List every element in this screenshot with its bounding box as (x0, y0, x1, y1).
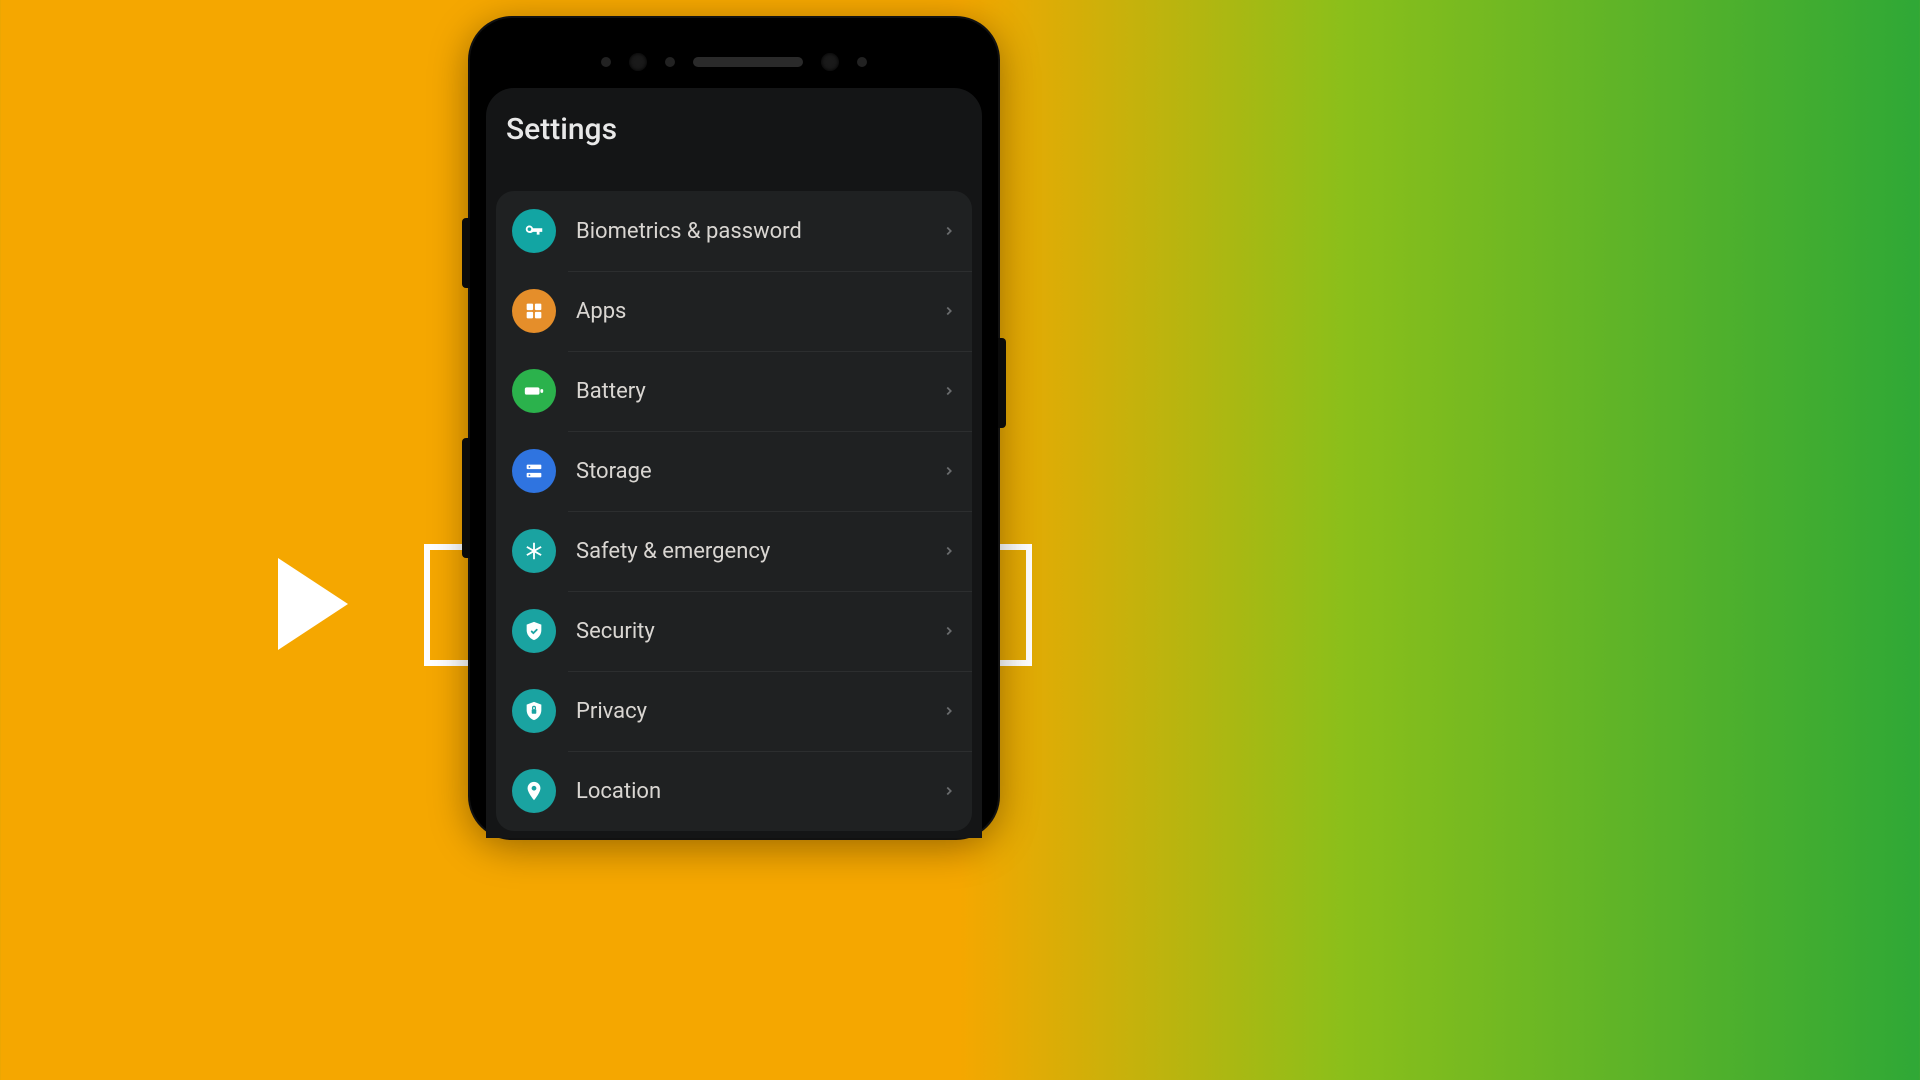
chevron-right-icon (942, 464, 956, 478)
item-label: Security (576, 619, 942, 644)
phone-frame: Settings Biometrics & password Apps (470, 18, 998, 838)
pointer-play-icon (278, 558, 348, 650)
settings-item-privacy[interactable]: Privacy (496, 671, 972, 751)
chevron-right-icon (942, 784, 956, 798)
phone-screen: Settings Biometrics & password Apps (486, 88, 982, 838)
chevron-right-icon (942, 384, 956, 398)
settings-item-biometrics[interactable]: Biometrics & password (496, 191, 972, 271)
phone-sensors (470, 42, 998, 82)
apps-grid-icon (512, 289, 556, 333)
chevron-right-icon (942, 304, 956, 318)
settings-item-battery[interactable]: Battery (496, 351, 972, 431)
chevron-right-icon (942, 704, 956, 718)
page-title: Settings (506, 112, 962, 147)
chevron-right-icon (942, 624, 956, 638)
settings-item-security[interactable]: Security (496, 591, 972, 671)
battery-icon (512, 369, 556, 413)
key-icon (512, 209, 556, 253)
chevron-right-icon (942, 224, 956, 238)
item-label: Battery (576, 379, 942, 404)
item-label: Storage (576, 459, 942, 484)
chevron-right-icon (942, 544, 956, 558)
settings-list: Biometrics & password Apps (496, 191, 972, 831)
settings-item-apps[interactable]: Apps (496, 271, 972, 351)
item-label: Privacy (576, 699, 942, 724)
location-pin-icon (512, 769, 556, 813)
shield-check-icon (512, 609, 556, 653)
item-label: Apps (576, 299, 942, 324)
item-label: Location (576, 779, 942, 804)
item-label: Biometrics & password (576, 219, 942, 244)
storage-icon (512, 449, 556, 493)
settings-header: Settings (486, 88, 982, 191)
lock-shield-icon (512, 689, 556, 733)
settings-item-location[interactable]: Location (496, 751, 972, 831)
asterisk-icon (512, 529, 556, 573)
item-label: Safety & emergency (576, 539, 942, 564)
settings-item-storage[interactable]: Storage (496, 431, 972, 511)
settings-item-safety[interactable]: Safety & emergency (496, 511, 972, 591)
